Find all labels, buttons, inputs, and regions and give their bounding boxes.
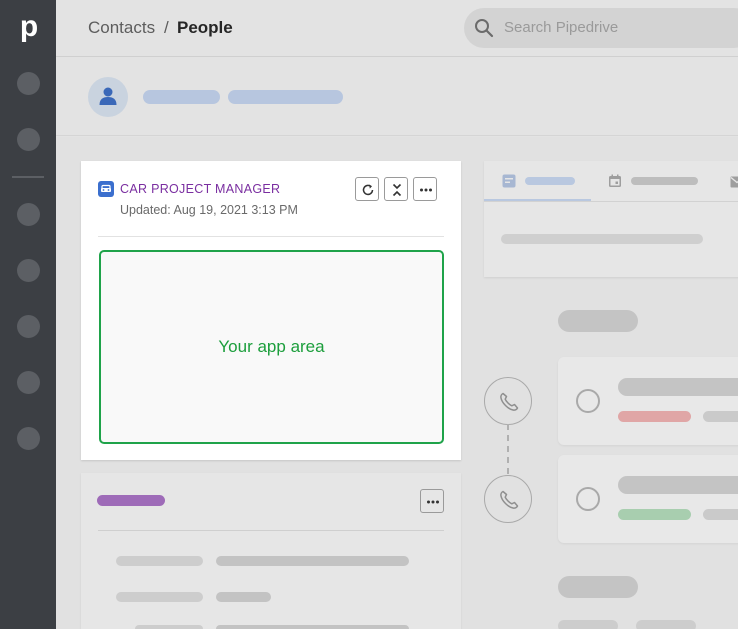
calendar-icon[interactable]: [608, 174, 622, 188]
nav-item-1[interactable]: [17, 72, 40, 95]
person-icon: [99, 87, 117, 105]
field-value-placeholder: [216, 592, 271, 602]
email-icon[interactable]: [730, 175, 738, 188]
app-panel-divider: [98, 236, 444, 237]
timeline-filter-placeholder[interactable]: [558, 310, 638, 332]
activity-done-checkbox[interactable]: [576, 389, 600, 413]
refresh-icon: [362, 184, 374, 196]
more-icon: [427, 500, 439, 504]
note-icon[interactable]: [502, 174, 516, 188]
breadcrumb-people: People: [177, 18, 233, 37]
breadcrumb-contacts[interactable]: Contacts: [88, 18, 155, 38]
tab-activity-placeholder[interactable]: [631, 177, 698, 185]
field-label-placeholder: [116, 592, 203, 602]
nav-item-2[interactable]: [17, 128, 40, 151]
field-label-placeholder: [116, 556, 203, 566]
details-title-placeholder: [97, 495, 165, 506]
collapse-button[interactable]: [384, 177, 408, 201]
timeline-call-marker: [484, 377, 532, 425]
more-icon: [420, 188, 432, 192]
details-more-button[interactable]: [420, 489, 444, 513]
activity-meta-placeholder: [703, 509, 738, 520]
refresh-button[interactable]: [355, 177, 379, 201]
composer-divider: [484, 201, 738, 202]
search-icon: [474, 18, 494, 38]
nav-item-7[interactable]: [17, 427, 40, 450]
tab-notes-placeholder[interactable]: [525, 177, 575, 185]
field-value-placeholder: [216, 625, 409, 629]
activity-status-placeholder: [618, 411, 691, 422]
activity-meta-placeholder: [703, 411, 738, 422]
collapse-icon: [392, 183, 402, 197]
timeline-section-placeholder: [558, 576, 638, 598]
timeline-connector: [507, 424, 509, 474]
field-label-placeholder: [135, 625, 203, 629]
nav-item-4[interactable]: [17, 259, 40, 282]
more-options-button[interactable]: [413, 177, 437, 201]
activity-status-placeholder: [618, 509, 691, 520]
car-icon: [98, 181, 114, 197]
avatar: [88, 77, 128, 117]
activity-done-checkbox[interactable]: [576, 487, 600, 511]
person-name-placeholder: [143, 90, 220, 104]
timeline-item-placeholder: [636, 620, 696, 629]
app-panel-updated: Updated: Aug 19, 2021 3:13 PM: [120, 203, 298, 217]
field-value-placeholder: [216, 556, 409, 566]
activity-title-placeholder: [618, 476, 738, 494]
person-org-placeholder: [228, 90, 343, 104]
search-placeholder: Search Pipedrive: [504, 19, 619, 36]
app-area-label: Your app area: [218, 337, 325, 356]
phone-icon: [500, 490, 519, 509]
activity-title-placeholder: [618, 378, 738, 396]
nav-divider: [12, 176, 44, 178]
timeline-item-placeholder: [558, 620, 618, 629]
composer-input-placeholder[interactable]: [501, 234, 703, 244]
app-panel-title: CAR PROJECT MANAGER: [120, 182, 281, 196]
timeline-call-marker: [484, 475, 532, 523]
breadcrumb-separator: /: [164, 18, 169, 37]
pipedrive-logo[interactable]: p: [18, 12, 40, 42]
nav-item-6[interactable]: [17, 371, 40, 394]
nav-item-5[interactable]: [17, 315, 40, 338]
nav-item-3[interactable]: [17, 203, 40, 226]
phone-icon: [500, 392, 519, 411]
details-divider: [98, 530, 444, 531]
